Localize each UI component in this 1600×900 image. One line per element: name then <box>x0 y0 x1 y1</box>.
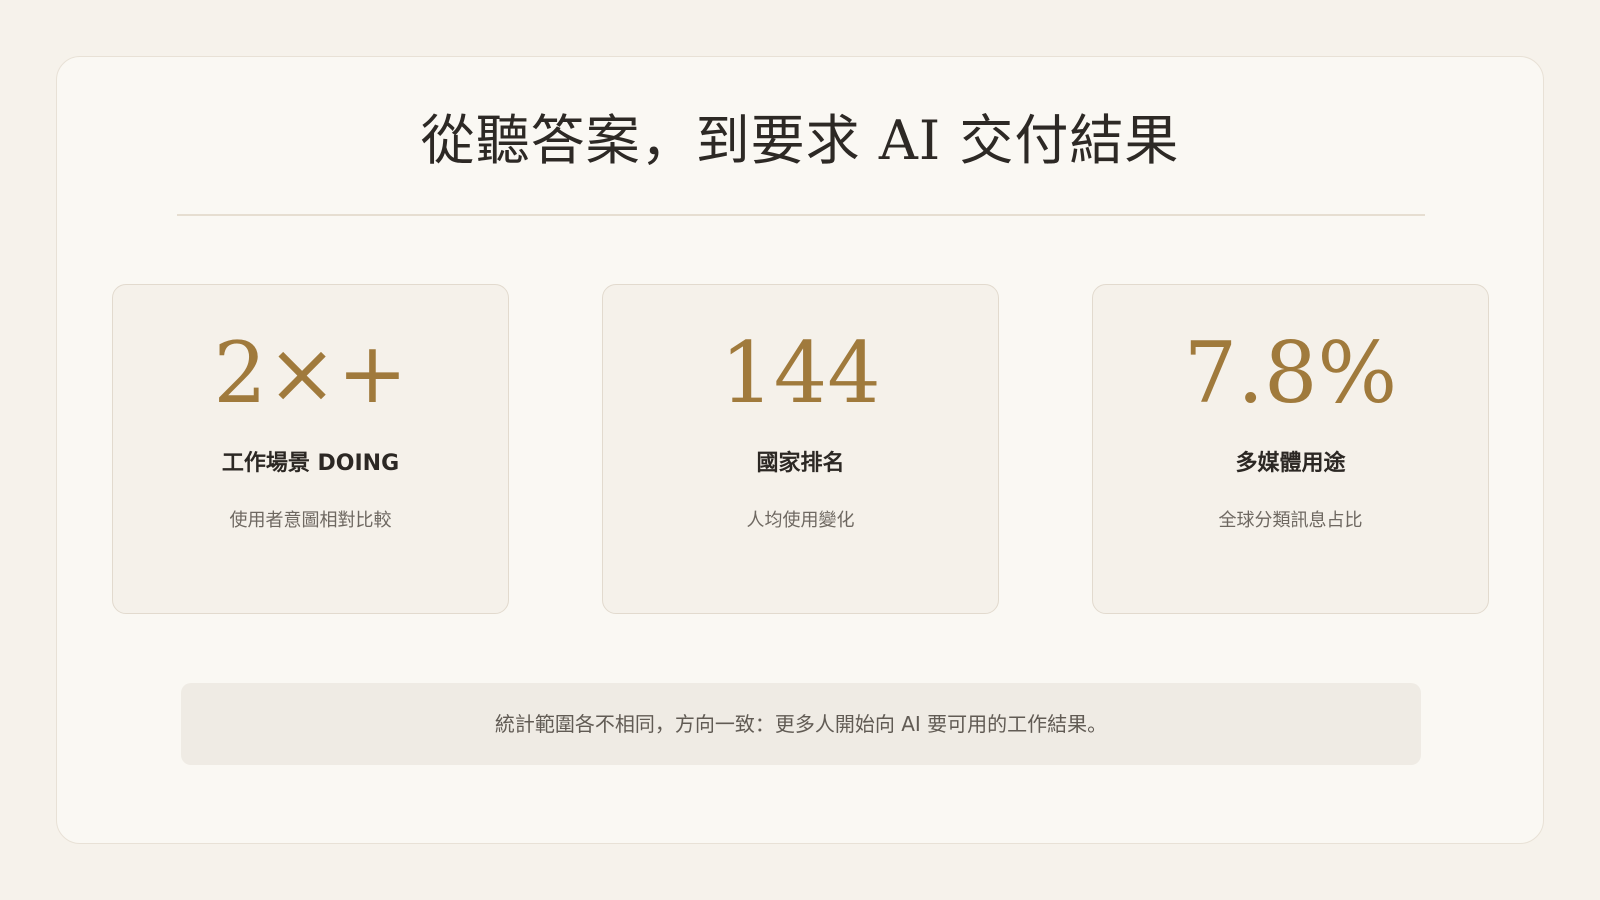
title-divider <box>177 214 1425 216</box>
stat-label: 多媒體用途 <box>1235 451 1346 476</box>
slide-panel: 從聽答案，到要求 AI 交付結果 2×+ 工作場景 DOING 使用者意圖相對比… <box>56 56 1544 844</box>
stat-card-doing: 2×+ 工作場景 DOING 使用者意圖相對比較 <box>112 284 509 614</box>
stat-card-multimedia: 7.8% 多媒體用途 全球分類訊息占比 <box>1092 284 1489 614</box>
slide-title: 從聽答案，到要求 AI 交付結果 <box>420 109 1180 172</box>
stat-description: 人均使用變化 <box>746 510 855 531</box>
footnote-banner: 統計範圍各不相同，方向一致：更多人開始向 AI 要可用的工作結果。 <box>181 683 1421 765</box>
stat-card-country-rank: 144 國家排名 人均使用變化 <box>602 284 999 614</box>
stat-description: 全球分類訊息占比 <box>1218 510 1363 531</box>
stat-label: 工作場景 DOING <box>221 451 400 476</box>
stat-label: 國家排名 <box>756 451 845 476</box>
stat-description: 使用者意圖相對比較 <box>229 510 392 531</box>
stat-value: 7.8% <box>1183 324 1398 422</box>
stat-value: 2×+ <box>213 324 408 422</box>
stat-value: 144 <box>720 324 881 422</box>
